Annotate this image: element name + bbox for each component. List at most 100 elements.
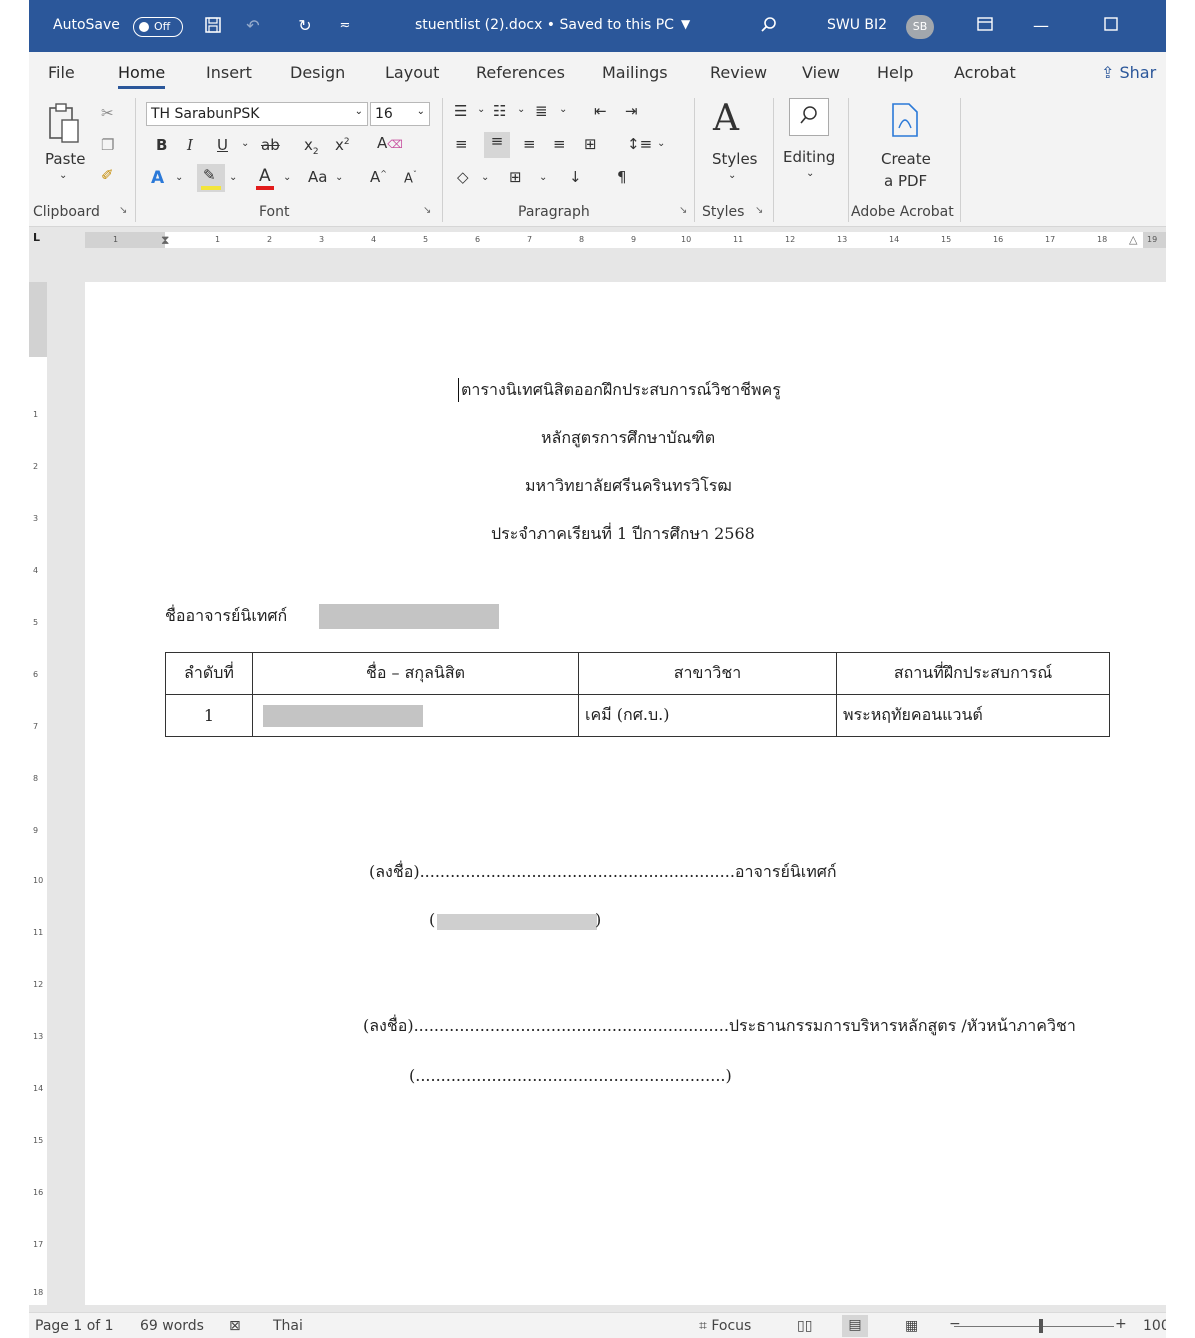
paste-dropdown-icon[interactable]: ⌄ [59,170,67,181]
justify-icon[interactable]: ≡ [553,135,566,153]
font-launcher-icon[interactable]: ↘ [423,205,431,216]
grow-font-icon[interactable]: A^ [370,168,387,186]
align-center-icon[interactable]: ≡ [484,132,510,158]
paste-icon[interactable] [47,102,81,148]
clipboard-launcher-icon[interactable]: ↘ [119,205,127,216]
zoom-slider-track[interactable] [954,1326,1114,1327]
print-layout-icon[interactable]: ▤ [842,1315,868,1337]
create-pdf-label-2[interactable]: a PDF [884,172,927,190]
align-right-icon[interactable]: ≡ [523,135,536,153]
styles-launcher-icon[interactable]: ↘ [755,205,763,216]
cut-icon[interactable]: ✂ [101,104,114,122]
chevron-down-icon[interactable]: ⌄ [175,172,183,183]
increase-indent-icon[interactable]: ⇥ [625,102,638,120]
bold-icon[interactable]: B [156,136,167,154]
chevron-down-icon[interactable]: ▼ [681,17,690,31]
chevron-down-icon[interactable]: ⌄ [559,104,567,115]
chevron-down-icon[interactable]: ⌄ [657,138,665,149]
chevron-down-icon[interactable]: ⌄ [241,138,249,149]
chevron-down-icon[interactable]: ⌄ [728,170,736,181]
ribbon-display-options-icon[interactable] [975,16,995,36]
chevron-down-icon[interactable]: ⌄ [417,106,425,117]
find-icon[interactable] [789,98,829,136]
search-icon[interactable] [759,16,779,36]
distributed-icon[interactable]: ⊞ [584,135,597,153]
tab-design[interactable]: Design [290,63,345,82]
tab-selector-icon[interactable]: L [33,231,40,244]
borders-icon[interactable]: ⊞ [509,168,522,186]
sort-icon[interactable]: ↓ [569,168,582,186]
tab-help[interactable]: Help [877,63,913,82]
zoom-in-icon[interactable]: + [1115,1316,1127,1332]
tab-acrobat[interactable]: Acrobat [954,63,1016,82]
save-icon[interactable] [203,16,223,36]
user-name[interactable]: SWU BI2 [827,17,887,33]
quick-access-customize-icon[interactable]: ≂ [335,16,355,36]
chevron-down-icon[interactable]: ⌄ [283,172,291,183]
minimize-icon[interactable]: — [1031,16,1051,36]
chevron-down-icon[interactable]: ⌄ [539,172,547,183]
styles-icon[interactable]: A [713,98,739,139]
chevron-down-icon[interactable]: ⌄ [229,172,237,183]
maximize-icon[interactable] [1101,16,1121,36]
right-indent-marker-icon[interactable]: △ [1129,233,1137,246]
create-pdf-label-1[interactable]: Create [881,150,931,168]
tab-view[interactable]: View [802,63,840,82]
chevron-down-icon[interactable]: ⌄ [806,168,814,179]
tab-references[interactable]: References [476,63,565,82]
strikethrough-icon[interactable]: ab [261,136,280,154]
highlight-icon[interactable]: ✎ [197,164,225,192]
undo-icon[interactable]: ↶ [243,16,263,36]
tab-file[interactable]: File [48,63,75,82]
share-button[interactable]: ⇪ Shar [1101,63,1156,82]
zoom-out-icon[interactable]: − [949,1316,961,1332]
ruler-bar[interactable]: 1 ⧗ 1 2 3 4 5 6 7 8 9 10 11 12 13 14 15 … [85,232,1166,248]
zoom-level[interactable]: 100 [1143,1318,1166,1334]
document-title[interactable]: stuentlist (2).docx • Saved to this PC [415,17,674,33]
autosave-toggle[interactable]: Off [133,17,183,37]
language-indicator[interactable]: Thai [273,1318,303,1334]
word-count[interactable]: 69 words [140,1318,204,1334]
tab-home[interactable]: Home [118,63,166,89]
vertical-ruler[interactable]: 1 2 3 4 5 6 7 8 9 10 11 12 13 14 15 16 1… [29,282,47,1305]
chevron-down-icon[interactable]: ⌄ [335,172,343,183]
horizontal-ruler[interactable]: L 1 ⧗ 1 2 3 4 5 6 7 8 9 10 11 12 13 14 1… [29,227,1166,252]
text-effects-icon[interactable]: A [151,168,164,188]
web-layout-icon[interactable]: ▦ [905,1318,918,1334]
format-painter-icon[interactable]: ✐ [101,166,114,184]
superscript-icon[interactable]: x2 [335,136,350,154]
tab-insert[interactable]: Insert [206,63,252,82]
avatar[interactable]: SB [906,15,934,39]
page-count[interactable]: Page 1 of 1 [35,1318,114,1334]
shrink-font-icon[interactable]: Aˇ [404,170,417,186]
bullets-icon[interactable]: ☰ [454,102,467,120]
numbering-icon[interactable]: ☷ [493,102,506,120]
create-pdf-icon[interactable] [889,102,921,144]
line-spacing-icon[interactable]: ↕≡ [627,135,652,153]
copy-icon[interactable]: ❐ [101,136,114,154]
chevron-down-icon[interactable]: ⌄ [355,106,363,117]
paragraph-launcher-icon[interactable]: ↘ [679,205,687,216]
tab-layout[interactable]: Layout [385,63,439,82]
italic-icon[interactable]: I [187,136,193,154]
chevron-down-icon[interactable]: ⌄ [517,104,525,115]
tab-review[interactable]: Review [710,63,767,82]
read-mode-icon[interactable]: ▯▯ [797,1318,812,1334]
decrease-indent-icon[interactable]: ⇤ [594,102,607,120]
font-color-icon[interactable]: A [255,166,275,192]
indent-marker-icon[interactable]: ⧗ [161,233,169,248]
clear-formatting-icon[interactable]: A⌫ [377,134,403,152]
tab-mailings[interactable]: Mailings [602,63,668,82]
zoom-slider-thumb[interactable] [1039,1319,1043,1333]
multilevel-list-icon[interactable]: ≣ [535,102,548,120]
editing-label[interactable]: Editing [783,148,835,166]
align-left-icon[interactable]: ≡ [455,135,468,153]
redo-icon[interactable]: ↻ [295,16,315,36]
chevron-down-icon[interactable]: ⌄ [481,172,489,183]
chevron-down-icon[interactable]: ⌄ [477,104,485,115]
subscript-icon[interactable]: x2 [304,136,319,157]
focus-mode-button[interactable]: ⌗ Focus [699,1318,751,1334]
underline-icon[interactable]: U [217,136,228,154]
proofing-icon[interactable]: ⊠ [229,1318,241,1334]
paste-label[interactable]: Paste [45,150,86,168]
